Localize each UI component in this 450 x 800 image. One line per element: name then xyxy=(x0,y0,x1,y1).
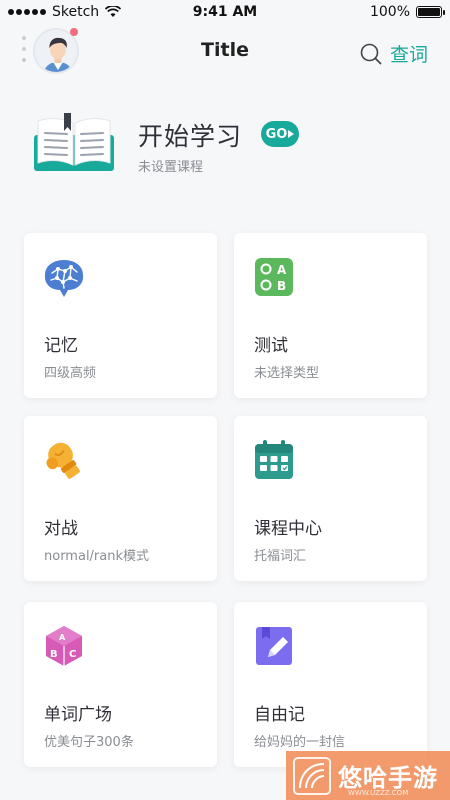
card-course-center-subtitle: 托福词汇 xyxy=(254,549,307,564)
go-button[interactable]: GO xyxy=(261,121,299,147)
card-course-center[interactable]: 课程中心 托福词汇 xyxy=(234,416,427,581)
calendar-icon xyxy=(255,440,293,479)
svg-text:B: B xyxy=(277,279,286,293)
search-button[interactable]: 查词 xyxy=(360,40,428,67)
svg-text:B: B xyxy=(50,649,58,660)
card-free-notes-title: 自由记 xyxy=(254,705,305,725)
brain-icon xyxy=(44,260,84,297)
card-test[interactable]: A B 测试 未选择类型 xyxy=(234,233,427,398)
card-free-notes-subtitle: 给妈妈的一封信 xyxy=(254,735,346,750)
boxing-glove-icon xyxy=(46,442,80,479)
svg-text:A: A xyxy=(277,263,287,277)
svg-text:A: A xyxy=(59,633,66,642)
card-word-square-title: 单词广场 xyxy=(44,705,112,725)
open-book-icon xyxy=(34,113,114,171)
watermark-text: 悠哈手游 xyxy=(338,764,438,792)
go-label: GO xyxy=(265,126,288,142)
status-bar: Sketch 9:41 AM 100% xyxy=(0,0,450,26)
letter-cube-icon: A B C xyxy=(46,626,82,666)
card-memory[interactable]: 记忆 四级高频 xyxy=(24,233,217,398)
card-word-square[interactable]: A B C 单词广场 优美句子300条 xyxy=(24,602,217,767)
status-right: 100% xyxy=(369,4,445,20)
search-icon xyxy=(360,43,382,64)
battery-fill xyxy=(418,8,440,16)
svg-text:C: C xyxy=(69,649,76,660)
play-arrow-icon xyxy=(288,130,295,138)
site-watermark: 悠哈手游 WWW.UZZZ.COM xyxy=(286,751,450,800)
card-memory-subtitle: 四级高频 xyxy=(44,366,97,381)
battery-icon xyxy=(416,6,445,18)
notification-dot xyxy=(70,28,78,36)
search-label: 查词 xyxy=(389,44,428,66)
card-test-subtitle: 未选择类型 xyxy=(254,366,320,381)
watermark-url: WWW.UZZZ.COM xyxy=(348,789,409,797)
start-learning-banner[interactable]: 开始学习 GO 未设置课程 xyxy=(32,113,412,183)
card-battle[interactable]: 对战 normal/rank模式 xyxy=(24,416,217,581)
watermark-logo-icon xyxy=(293,756,331,795)
card-word-square-subtitle: 优美句子300条 xyxy=(44,735,134,750)
course-title: 开始学习 xyxy=(138,122,243,151)
course-subtitle: 未设置课程 xyxy=(138,160,204,175)
card-free-notes[interactable]: 自由记 给妈妈的一封信 xyxy=(234,602,427,767)
nav-bar: Title 查词 xyxy=(0,26,450,76)
card-test-title: 测试 xyxy=(254,336,288,356)
card-battle-title: 对战 xyxy=(44,519,78,539)
card-course-center-title: 课程中心 xyxy=(254,519,322,539)
quiz-grid-icon: A B xyxy=(255,258,293,296)
battery-percent: 100% xyxy=(369,4,410,20)
card-battle-subtitle: normal/rank模式 xyxy=(44,549,150,564)
card-memory-title: 记忆 xyxy=(44,336,78,356)
notebook-pen-icon xyxy=(256,627,292,665)
